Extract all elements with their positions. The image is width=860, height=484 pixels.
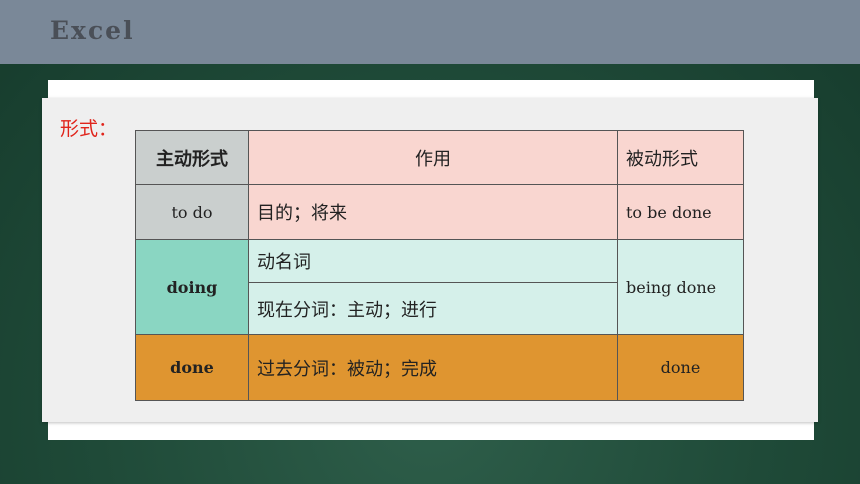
table-row-done: done 过去分词：被动；完成 done bbox=[135, 334, 744, 401]
table-row-doing: doing 动名词 being done bbox=[135, 239, 744, 335]
cell-use-done: 过去分词：被动；完成 bbox=[248, 334, 618, 401]
cell-use-todo: 目的；将来 bbox=[248, 184, 618, 240]
cell-active-done: done bbox=[135, 334, 249, 401]
cell-active-doing: doing bbox=[135, 239, 249, 335]
cell-active-todo: to do bbox=[135, 184, 249, 240]
header-passive-form: 被动形式 bbox=[617, 130, 744, 185]
cell-passive-doing: being done bbox=[617, 239, 744, 335]
header-active-form: 主动形式 bbox=[135, 130, 249, 185]
cell-passive-done: done bbox=[617, 334, 744, 401]
table-header-row: 主动形式 作用 被动形式 bbox=[135, 130, 744, 185]
title-bar: Excel bbox=[0, 0, 860, 64]
cell-use-doing-2: 现在分词：主动；进行 bbox=[248, 282, 618, 335]
cell-passive-todo: to be done bbox=[617, 184, 744, 240]
verb-form-table: 主动形式 作用 被动形式 to do 目的；将来 to be done doin… bbox=[135, 130, 744, 401]
header-function: 作用 bbox=[248, 130, 618, 185]
form-label: 形式： bbox=[60, 118, 118, 140]
table-row-todo: to do 目的；将来 to be done bbox=[135, 184, 744, 240]
slide-title: Excel bbox=[50, 16, 135, 45]
cell-use-doing-1: 动名词 bbox=[248, 239, 618, 283]
